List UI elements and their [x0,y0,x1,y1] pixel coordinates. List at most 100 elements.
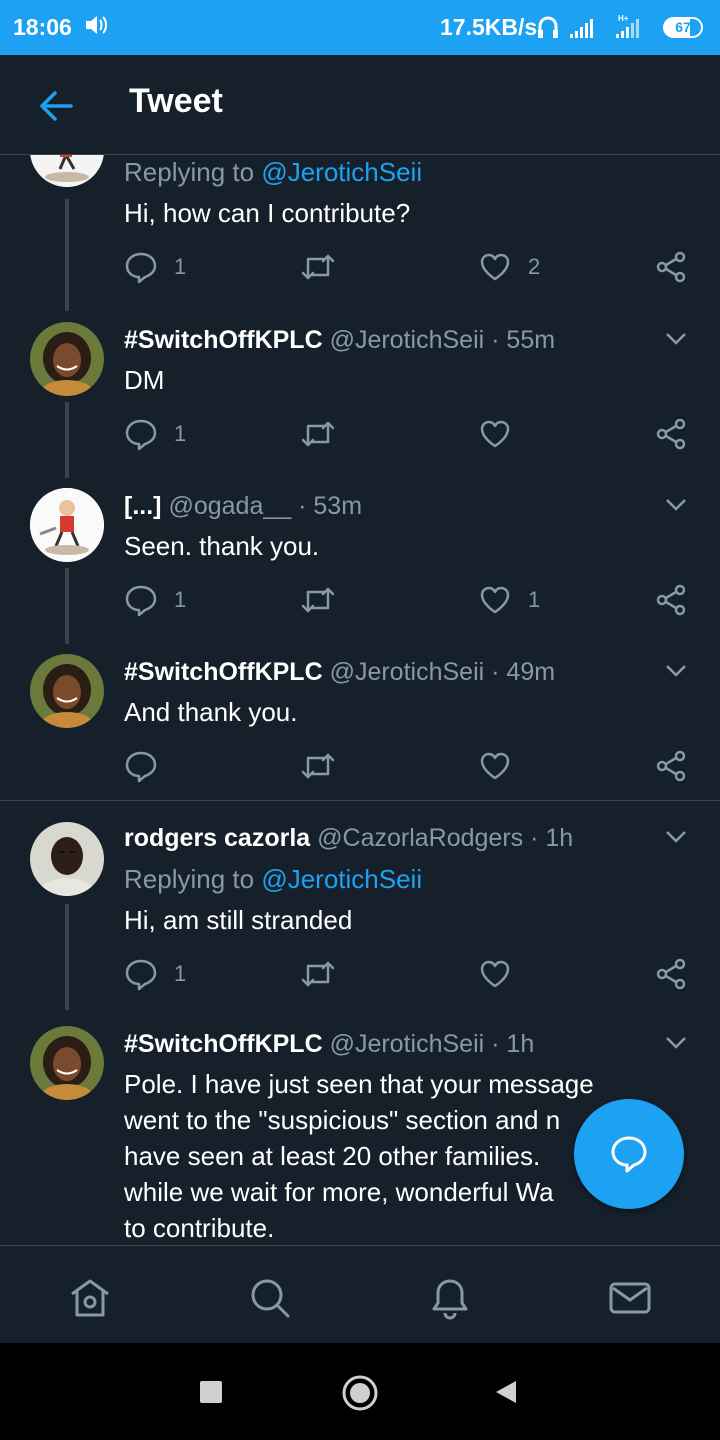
handle[interactable]: @JerotichSeii [330,326,485,354]
tweet-actions [124,746,694,786]
tweet-header: #SwitchOffKPLC @JerotichSeii · 55m [124,326,555,355]
handle[interactable]: @JerotichSeii [330,658,485,686]
like-button[interactable]: 2 [478,247,540,287]
tweet-header: #SwitchOffKPLC @JerotichSeii · 49m [124,658,555,687]
reply-icon [124,957,158,991]
tweet-text: Hi, am still stranded [124,905,353,935]
tweet[interactable]: #SwitchOffKPLC @JerotichSeii · 55m DM 1 [0,320,720,486]
signal-icons: H+ [536,12,656,48]
avatar[interactable] [30,822,104,896]
chevron-down-icon[interactable] [664,326,688,350]
back-arrow-icon[interactable] [38,88,74,124]
volume-icon [84,14,108,42]
mention-link[interactable]: @JerotichSeii [261,157,422,187]
reply-button[interactable]: 1 [124,247,186,287]
notifications-icon[interactable] [428,1276,472,1320]
timestamp: · 1h [491,1030,535,1058]
avatar[interactable] [30,322,104,396]
bottom-navigation [0,1245,720,1343]
reply-button[interactable]: 1 [124,580,186,620]
tweet-actions: 1 1 [124,580,694,620]
reply-icon [124,250,158,284]
reply-icon [124,417,158,451]
tweet-text: And thank you. [124,697,298,727]
home-icon[interactable] [68,1276,112,1320]
handle[interactable]: @CazorlaRodgers [317,824,523,852]
reply-icon [124,583,158,617]
display-name[interactable]: [...] [124,492,162,520]
compose-reply-button[interactable] [574,1099,684,1209]
search-icon[interactable] [248,1276,292,1320]
tweet[interactable]: #SwitchOffKPLC @JerotichSeii · 49m And t… [0,652,720,800]
reply-icon [124,749,158,783]
tweet-text: Hi, how can I contribute? [124,198,411,228]
share-button[interactable] [654,414,688,454]
tweet[interactable]: rodgers cazorla @CazorlaRodgers · 1h Rep… [0,818,720,1018]
share-button[interactable] [654,580,688,620]
mention-link[interactable]: @JerotichSeii [261,864,422,894]
handle[interactable]: @JerotichSeii [330,1030,485,1058]
like-count: 2 [528,254,541,279]
share-button[interactable] [654,746,688,786]
display-name[interactable]: #SwitchOffKPLC [124,326,323,354]
reply-button[interactable] [124,746,158,786]
display-name[interactable]: #SwitchOffKPLC [124,1030,323,1058]
status-bar: 18:06 17.5KB/s H+ 67 [0,0,720,55]
like-button[interactable] [478,746,512,786]
thread-line [65,402,69,478]
reply-count: 1 [174,421,187,446]
retweet-icon [300,417,336,451]
share-icon [654,749,688,783]
chevron-down-icon[interactable] [664,824,688,848]
retweet-icon [300,957,336,991]
handle[interactable]: @ogada__ [168,492,291,520]
replying-label: Replying to [124,864,255,894]
display-name[interactable]: rodgers cazorla [124,824,310,852]
tweet-text: DM [124,365,165,395]
chevron-down-icon[interactable] [664,492,688,516]
like-button[interactable] [478,954,512,994]
tweet-actions: 1 [124,954,694,994]
chevron-down-icon[interactable] [664,1030,688,1054]
heart-icon [478,749,512,783]
share-icon [654,583,688,617]
retweet-button[interactable] [300,247,336,287]
conversation-thread[interactable]: Replying to @JerotichSeii Hi, how can I … [0,155,720,1245]
share-button[interactable] [654,247,688,287]
avatar[interactable] [30,654,104,728]
heart-icon [478,417,512,451]
home-button[interactable] [341,1374,379,1417]
retweet-button[interactable] [300,414,336,454]
tweet-header: rodgers cazorla @CazorlaRodgers · 1h [124,824,573,853]
avatar[interactable] [30,1026,104,1100]
retweet-button[interactable] [300,746,336,786]
tweet-text-line: to contribute. [124,1213,275,1243]
tweet-actions: 1 [124,414,694,454]
retweet-button[interactable] [300,580,336,620]
network-speed: 17.5KB/s [440,14,538,40]
messages-icon[interactable] [608,1276,652,1320]
tweet-text: Seen. thank you. [124,531,320,561]
timestamp: · 1h [530,824,574,852]
like-button[interactable] [478,414,512,454]
avatar[interactable] [30,488,104,562]
share-icon [654,250,688,284]
recent-apps-button[interactable] [199,1380,223,1409]
tweet-header: [...] @ogada__ · 53m [124,492,362,521]
thread-line [65,904,69,1010]
share-button[interactable] [654,954,688,994]
tweet[interactable]: Replying to @JerotichSeii Hi, how can I … [0,155,720,320]
reply-count: 1 [174,961,187,986]
back-button[interactable] [494,1380,518,1409]
tweet[interactable]: [...] @ogada__ · 53m Seen. thank you. 1 … [0,486,720,652]
retweet-icon [300,583,336,617]
chevron-down-icon[interactable] [664,658,688,682]
thread-line [65,199,69,311]
avatar[interactable] [30,155,104,187]
like-button[interactable]: 1 [478,580,540,620]
status-time: 18:06 [13,14,72,40]
reply-button[interactable]: 1 [124,414,186,454]
reply-button[interactable]: 1 [124,954,186,994]
display-name[interactable]: #SwitchOffKPLC [124,658,323,686]
retweet-button[interactable] [300,954,336,994]
